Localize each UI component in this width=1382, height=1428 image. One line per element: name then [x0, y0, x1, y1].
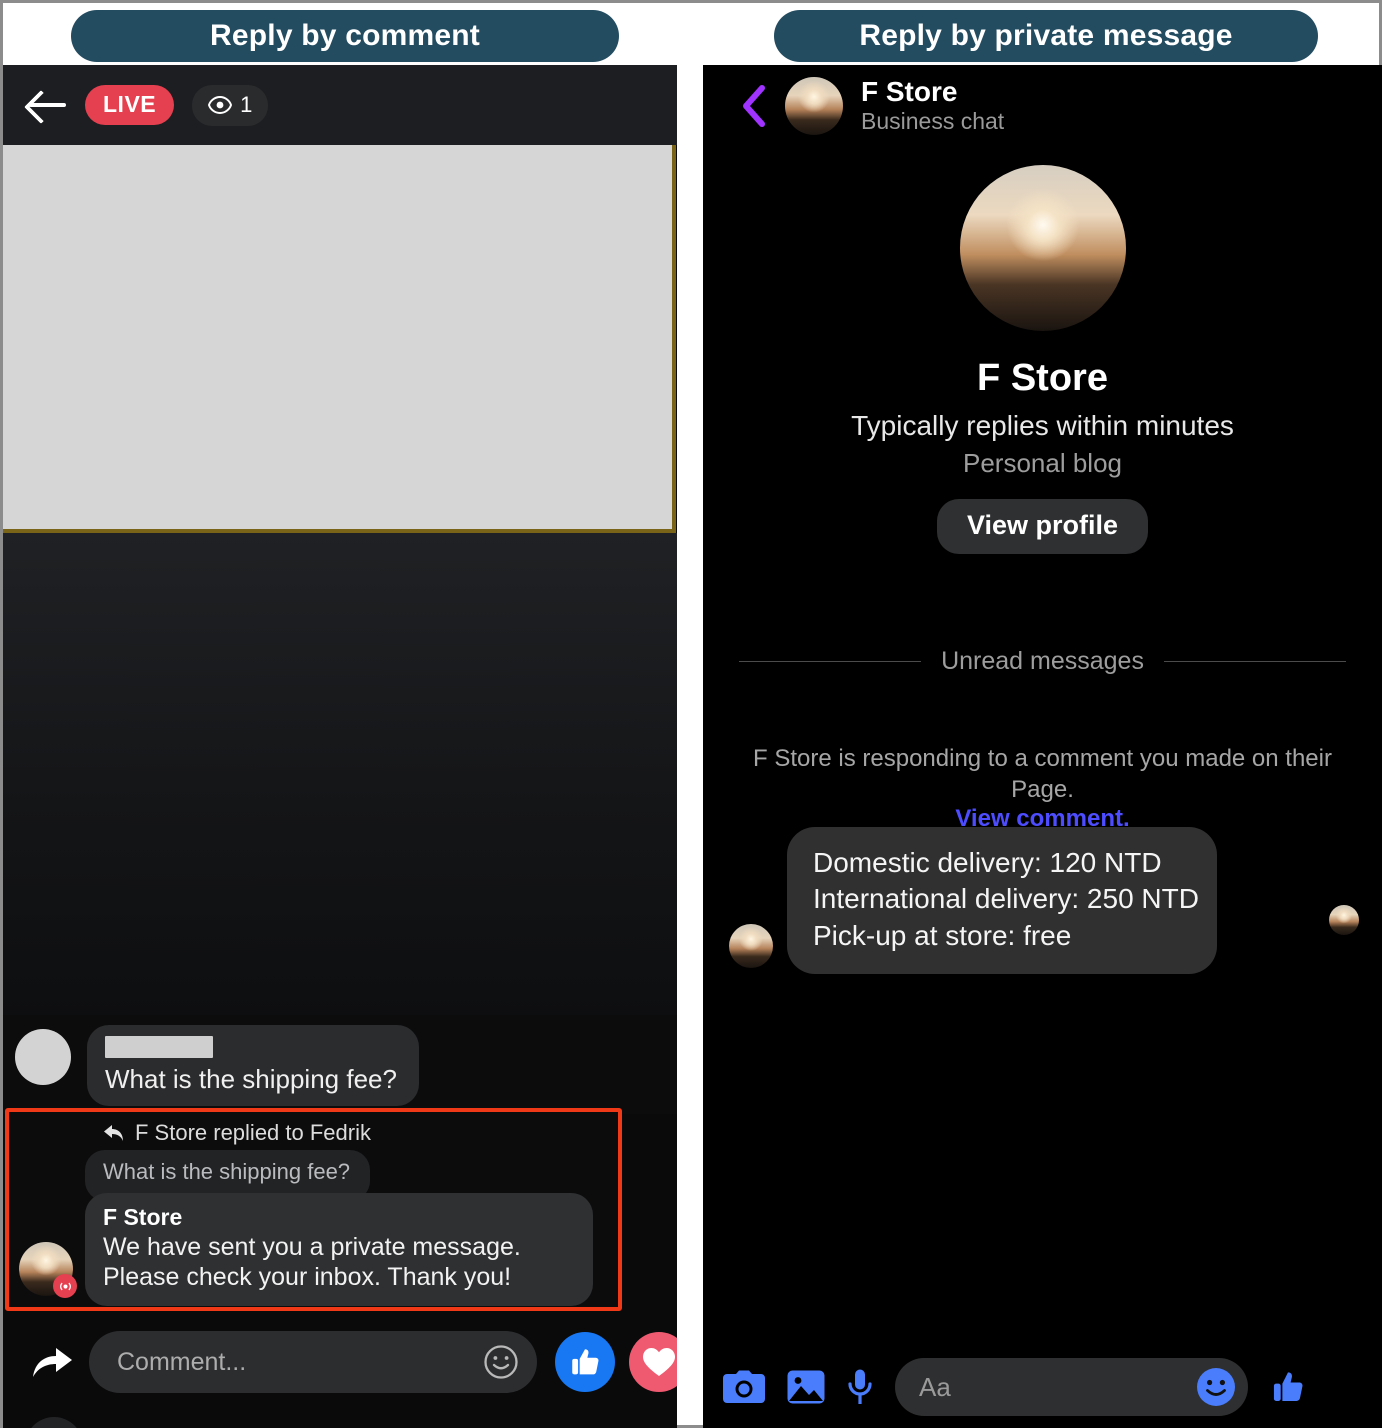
messenger-topbar: F Store Business chat — [703, 65, 1382, 147]
header-label-reply-by-private-message: Reply by private message — [774, 10, 1318, 62]
live-video-panel: LIVE 1 What is the shipping fee? F Store… — [3, 65, 677, 1428]
comment-input[interactable]: Comment... — [89, 1331, 537, 1393]
message-composer: Aa — [703, 1346, 1382, 1428]
reply-bubble-group: What is the shipping fee? F Store We hav… — [85, 1150, 593, 1306]
header-label-reply-by-comment: Reply by comment — [71, 10, 619, 62]
list-item: What is the shipping fee? — [3, 1015, 677, 1114]
eye-icon — [208, 95, 233, 114]
reply-arrow-icon — [104, 1125, 123, 1141]
smiley-icon[interactable] — [483, 1344, 519, 1380]
reply-author-name: F Store — [103, 1204, 183, 1230]
message-line: Domestic delivery: 120 NTD — [813, 847, 1162, 878]
viewer-count-value: 1 — [240, 91, 253, 117]
divider-line-left — [739, 661, 922, 662]
seen-indicator-avatar — [1329, 905, 1359, 935]
smiley-filled-icon[interactable] — [1196, 1367, 1236, 1407]
highlighted-reply-block: F Store replied to Fedrik What is the sh… — [5, 1108, 622, 1311]
profile-avatar[interactable] — [959, 165, 1126, 331]
system-note-text: F Store is responding to a comment you m… — [753, 745, 1332, 804]
avatar — [19, 1242, 77, 1298]
system-note: F Store is responding to a comment you m… — [703, 743, 1382, 833]
conversation-subtitle: Business chat — [861, 108, 1005, 135]
thumbs-up-icon[interactable] — [1270, 1369, 1306, 1405]
conversation-title: F Store — [861, 76, 958, 108]
camera-icon[interactable] — [723, 1370, 765, 1404]
microphone-icon[interactable] — [847, 1369, 873, 1405]
messenger-panel: F Store Business chat F Store Typically … — [703, 65, 1382, 1428]
live-badge: LIVE — [85, 85, 175, 125]
profile-category: Personal blog — [963, 448, 1122, 478]
heart-reaction-button[interactable] — [629, 1332, 677, 1392]
share-arrow-icon[interactable] — [29, 1344, 75, 1380]
profile-name: F Store — [977, 357, 1108, 399]
avatar[interactable] — [785, 77, 843, 135]
message-line: International delivery: 250 NTD — [813, 883, 1199, 915]
live-comment-stream: What is the shipping fee? — [3, 1015, 677, 1115]
comment-bubble: What is the shipping fee? — [87, 1025, 419, 1107]
reply-header-text: F Store replied to Fedrik — [135, 1120, 371, 1145]
avatar — [15, 1029, 71, 1085]
profile-card: F Store Typically replies within minutes… — [703, 165, 1382, 554]
view-profile-button[interactable]: View profile — [936, 499, 1149, 554]
live-broadcast-badge-icon — [53, 1274, 77, 1298]
live-video-surface[interactable] — [3, 145, 676, 533]
divider-line-right — [1163, 661, 1347, 662]
unread-divider-label: Unread messages — [941, 647, 1144, 675]
message-line: Pick-up at store: free — [813, 919, 1072, 951]
screenshot-root: Reply by comment Reply by private messag… — [0, 0, 1382, 1428]
message-row: Domestic delivery: 120 NTD International… — [729, 827, 1217, 975]
message-bubble: Domestic delivery: 120 NTD International… — [787, 827, 1217, 975]
thumbs-up-icon — [572, 1349, 599, 1375]
comment-composer: Comment... — [3, 1323, 677, 1401]
conversation-title-block: F Store Business chat — [861, 76, 1004, 136]
chevron-left-icon[interactable] — [741, 84, 767, 128]
viewer-count-badge: 1 — [192, 84, 269, 126]
reply-message-text: We have sent you a private message. Plea… — [103, 1233, 521, 1291]
image-icon[interactable] — [787, 1370, 825, 1404]
redacted-author-name — [105, 1036, 213, 1058]
comment-input-placeholder: Comment... — [117, 1347, 247, 1376]
unread-divider: Unread messages — [703, 647, 1382, 676]
live-topbar: LIVE 1 — [3, 65, 677, 145]
store-reply-bubble: F Store We have sent you a private messa… — [85, 1193, 593, 1306]
heart-icon — [643, 1348, 675, 1376]
back-arrow-icon[interactable] — [29, 90, 67, 120]
live-video-backdrop — [3, 533, 677, 1024]
collapse-button[interactable] — [25, 1417, 83, 1428]
message-input-placeholder: Aa — [919, 1371, 951, 1402]
message-input[interactable]: Aa — [895, 1358, 1248, 1416]
comment-text: What is the shipping fee? — [105, 1064, 397, 1094]
reply-body-row: What is the shipping fee? F Store We hav… — [9, 1150, 618, 1306]
live-tabs-bar: Overview Live chat More like this — [3, 1405, 677, 1428]
profile-reply-time: Typically replies within minutes — [851, 410, 1234, 441]
avatar — [729, 924, 773, 969]
like-reaction-button[interactable] — [555, 1332, 615, 1392]
reply-header-row: F Store replied to Fedrik — [9, 1112, 618, 1150]
